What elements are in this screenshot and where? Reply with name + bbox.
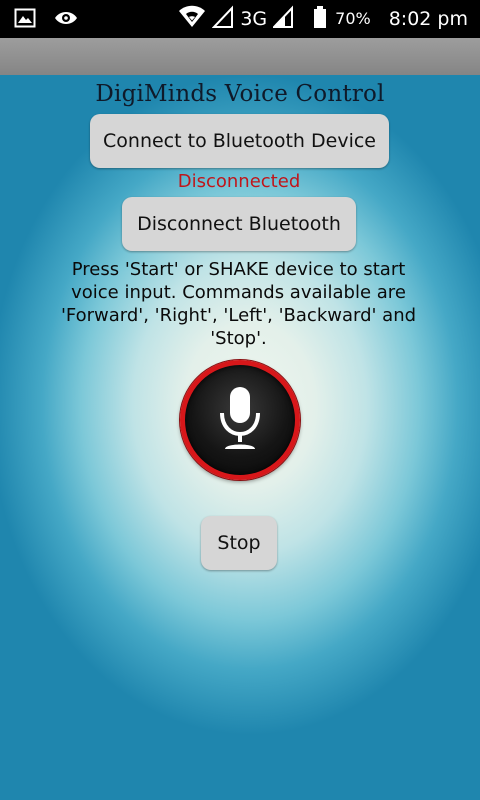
image-icon bbox=[14, 8, 36, 32]
main-content: DigiMinds Voice Control Connect to Bluet… bbox=[0, 75, 480, 800]
disconnect-bluetooth-button[interactable]: Disconnect Bluetooth bbox=[122, 197, 356, 251]
instructions-text: Press 'Start' or SHAKE device to start v… bbox=[60, 259, 417, 349]
wifi-icon bbox=[178, 5, 206, 33]
microphone-icon bbox=[217, 385, 263, 455]
battery-icon bbox=[313, 5, 327, 33]
eye-icon bbox=[54, 8, 78, 32]
system-icons: 3G 70% 8:02 pm bbox=[178, 5, 468, 33]
stop-button[interactable]: Stop bbox=[201, 516, 277, 570]
status-bar: 3G 70% 8:02 pm bbox=[0, 0, 480, 38]
app-title: DigiMinds Voice Control bbox=[95, 81, 385, 107]
clock: 8:02 pm bbox=[388, 8, 468, 30]
notification-icons bbox=[14, 8, 78, 32]
signal-icon bbox=[271, 5, 294, 33]
action-bar bbox=[0, 38, 480, 75]
network-type: 3G bbox=[240, 8, 268, 30]
connect-bluetooth-button[interactable]: Connect to Bluetooth Device bbox=[90, 114, 389, 168]
signal-empty-icon bbox=[212, 5, 234, 33]
connection-status: Disconnected bbox=[177, 171, 301, 192]
start-voice-button[interactable] bbox=[180, 360, 300, 480]
screen: 3G 70% 8:02 pm DigiMinds Voice Control C… bbox=[0, 0, 480, 800]
battery-percent: 70% bbox=[335, 9, 371, 28]
